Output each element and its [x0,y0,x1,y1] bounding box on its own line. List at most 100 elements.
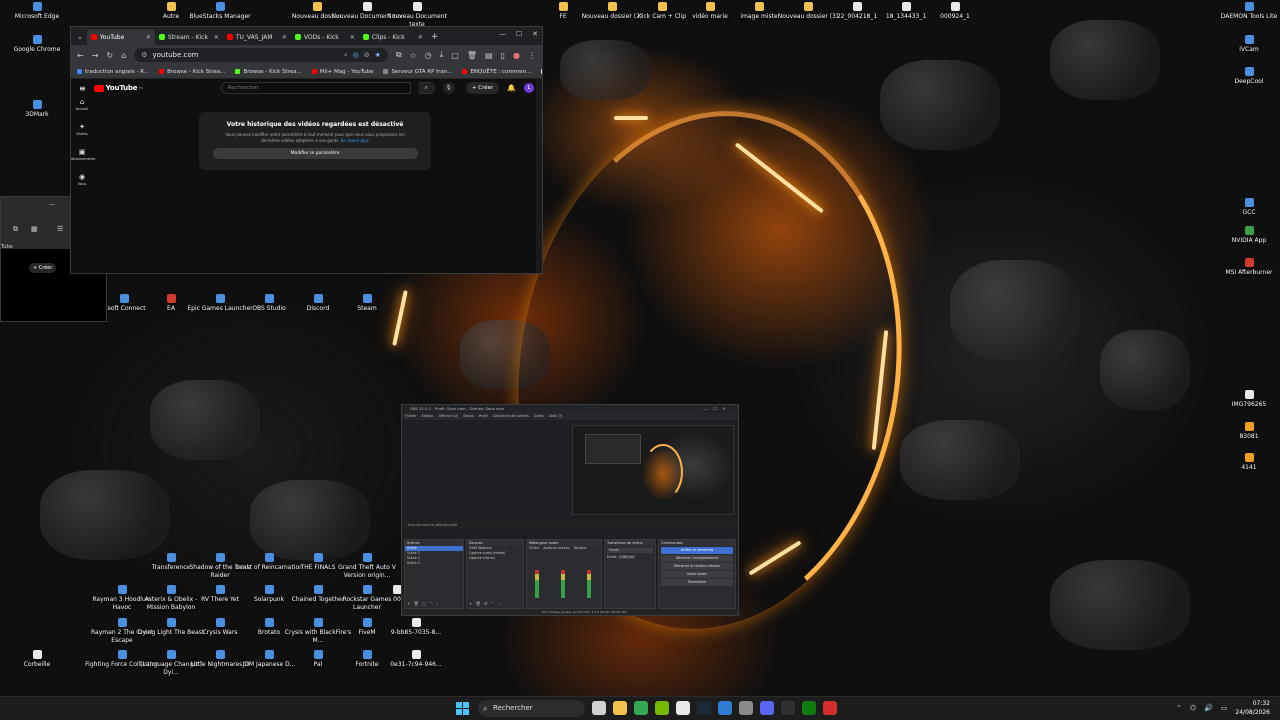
sidebar-item[interactable]: ◉ Vous [71,172,93,197]
minimize-button[interactable]: — [499,30,506,38]
close-button[interactable]: ✕ [532,30,538,38]
scenes-footer-icons[interactable]: + 🗑 ▢ ⌃ ⌄ [407,601,440,606]
source-item[interactable]: Capture d'écran [467,556,523,561]
network-icon[interactable]: ⌬ [1190,704,1196,712]
menu-item[interactable]: Collection de scènes [493,413,529,420]
youtube-logo[interactable]: YouTube FR [93,84,143,92]
bookmark-item[interactable]: traduction anglais - R... [77,69,149,75]
desktop-icon[interactable]: BlueStacks Manager [183,2,257,21]
learn-more-link[interactable]: En savoir plus [341,138,369,143]
notifications-icon[interactable]: 🔔 [507,84,516,92]
taskbar-search[interactable]: Rechercher [478,700,585,717]
task-view-icon[interactable] [592,701,606,715]
browser-tab[interactable]: TU_VAS_JAM ✕ [223,29,291,45]
forward-icon[interactable]: → [92,51,99,60]
menu-item[interactable]: Outils [534,413,544,420]
maximize-button[interactable]: ☐ [516,30,522,38]
menu-icon[interactable]: ⋮ [528,51,536,60]
nvidia-icon[interactable] [655,701,669,715]
create-button[interactable]: + Créer [29,263,57,273]
obs-icon[interactable] [781,701,795,715]
menu-item[interactable]: Docks [463,413,474,420]
chrome-window[interactable]: ⌄ YouTube ✕ Stream - Kick ✕ TU_VAS_JAM ✕ VODs … [70,26,543,274]
menu-item[interactable]: Édition [421,413,433,420]
bookmark-item[interactable]: Serveur GTA RP fran... [383,69,452,75]
profile-icon[interactable]: ● [513,51,520,60]
minimize-icon[interactable]: — [49,201,55,208]
battery-icon[interactable]: ▭ [1221,704,1228,712]
desktop-icon[interactable]: Nouveau Document texte [380,2,454,29]
address-bar[interactable]: ⚙ youtube.com ⌕ ◎ ⊘ ★ [134,48,388,62]
bookmark-item[interactable]: Grok [541,69,542,75]
tab-close-icon[interactable]: ✕ [418,34,423,41]
bookmark-item[interactable]: Mii+ Mag - YouTube [311,69,373,75]
desktop-icon[interactable]: NVIDIA App [1212,226,1280,245]
microphone-icon[interactable]: 🎙 [442,82,455,94]
avatar[interactable]: L [524,83,534,93]
discord-icon[interactable] [760,701,774,715]
transition-type[interactable]: Fondu [607,548,653,553]
bookmark-item[interactable]: ENQUÊTE : commen... [462,69,531,75]
tab-close-icon[interactable]: ✕ [214,34,219,41]
steam-icon[interactable] [697,701,711,715]
start-button[interactable] [456,702,469,715]
search-icon[interactable]: ⌕ [418,82,435,94]
settings-icon[interactable] [739,701,753,715]
new-tab-button[interactable]: + [431,29,439,45]
zoom-icon[interactable]: ⌕ [344,51,348,60]
rockstar-icon[interactable] [823,701,837,715]
desktop-icon[interactable]: iVCam [1212,35,1280,54]
menu-item[interactable]: Profil [479,413,488,420]
desktop-icon[interactable]: Google Chrome [0,35,74,54]
audio-meter[interactable] [587,570,591,598]
sidebar-item[interactable]: ▣ Abonnements [71,147,95,172]
desktop-icon[interactable]: 000924_1 [918,2,992,21]
bookmark-icon[interactable]: ☆ [410,51,417,60]
menu-item[interactable]: Afficher (V) [439,413,459,420]
sidepanel-icon[interactable]: ▯ [501,51,505,60]
control-button[interactable]: Démarrer l'enregistrement [661,555,733,562]
chrome-icon[interactable] [634,701,648,715]
control-button[interactable]: Mode studio [661,571,733,578]
sources-footer-icons[interactable]: + 🗑 ⚙ ⌃ ⌄ [469,601,502,606]
obs-window[interactable]: OBS 31.0.1 - Profil: Sans nom - Scènes: … [401,404,739,616]
browser-tab[interactable]: VODs - Kick ✕ [291,29,359,45]
desktop-icon[interactable]: 3DMark [0,100,74,119]
eye-off-icon[interactable]: ⊘ [364,51,370,59]
desktop-icon[interactable]: 4141 [1212,453,1280,472]
tab-close-icon[interactable]: ✕ [146,34,151,41]
media-icon[interactable]: ▢ [451,51,459,60]
history-icon[interactable]: ◷ [425,51,432,60]
obs-preview[interactable] [572,425,734,515]
volume-icon[interactable]: 🔊 [1204,704,1213,712]
audio-meter[interactable] [561,570,565,598]
bookmark-item[interactable]: Browse - Kick Strea... [159,69,225,75]
control-button[interactable]: Arrêter le streaming [661,547,733,554]
desktop-icon[interactable]: MSI Afterburner [1212,258,1280,277]
browser-tab[interactable]: Clips - Kick ✕ [359,29,427,45]
desktop-icon[interactable]: GCC [1212,198,1280,217]
sidebar-item[interactable]: ⌂ Accueil [71,97,93,122]
desktop-icon[interactable]: Grand Theft Auto V Version origin... [330,553,404,580]
lens-icon[interactable]: ◎ [353,51,359,59]
browser-tab[interactable]: YouTube ✕ [86,29,155,45]
clock[interactable]: 07:32 24/08/2026 [1235,699,1270,717]
sidebar-item[interactable]: ✦ Shorts [71,122,93,147]
control-button[interactable]: Démarrer la caméra virtuelle [661,563,733,570]
desktop-icon[interactable]: IMG796265 [1212,390,1280,409]
desktop-icon[interactable]: 83081 [1212,422,1280,441]
desktop-icon[interactable]: 9-bb85-7035-8... [379,618,453,637]
back-icon[interactable]: ← [77,51,84,60]
desktop-icon[interactable]: DAEMON Tools Lite [1212,2,1280,21]
download-icon[interactable]: ⤓ [440,50,444,60]
desktop-icon[interactable]: DeepCool [1212,67,1280,86]
chevron-up-icon[interactable]: ⌃ [1176,704,1182,712]
tab-close-icon[interactable]: ✕ [350,34,355,41]
desktop-icon[interactable]: Corbeille [0,650,74,669]
desktop-icon[interactable]: Microsoft Edge [0,2,74,21]
bookmark-star-icon[interactable]: ★ [375,51,381,59]
trash-icon[interactable]: 🗑 [467,51,477,60]
tab-search-icon[interactable]: ⌄ [77,29,83,45]
desktop-icon[interactable]: Steam [330,294,404,313]
bookmark-item[interactable]: Browse - Kick Strea... [235,69,302,75]
